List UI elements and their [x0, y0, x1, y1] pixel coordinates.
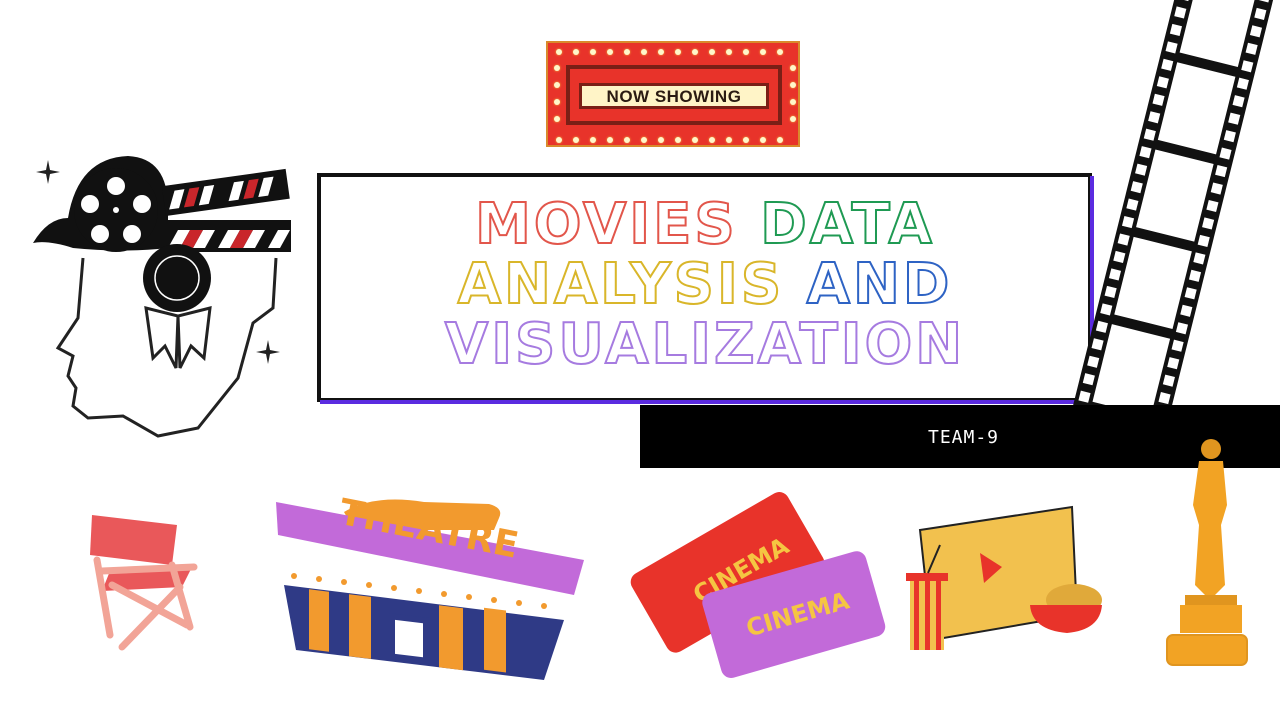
cinema-tickets-icon: CINEMA CINEMA	[630, 492, 886, 678]
award-rosette-icon	[143, 244, 212, 369]
video-screen-popcorn-icon	[906, 505, 1102, 650]
theatre-building-icon: THEATRE	[276, 492, 584, 680]
oscar-statue-icon	[1166, 439, 1248, 666]
directors-chair-icon	[90, 515, 198, 651]
team-label: TEAM-9	[928, 427, 1000, 448]
head-film-reel-icon	[33, 156, 291, 438]
clapperboard-icon	[161, 168, 291, 252]
